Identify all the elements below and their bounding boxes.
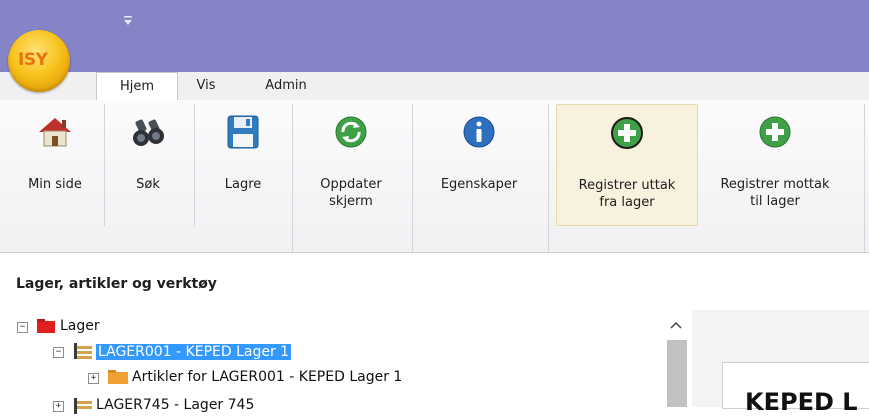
floppy-disk-icon (223, 112, 263, 152)
quick-access-dropdown-icon[interactable] (122, 14, 134, 28)
ribbon-separator (104, 104, 105, 226)
uttak-line2: fra lager (599, 195, 655, 210)
tree-item-artikler[interactable]: Artikler for LAGER001 - KEPED Lager 1 (132, 367, 402, 387)
oppdater-skjerm-button[interactable]: Oppdater skjerm (296, 104, 406, 224)
add-icon (607, 113, 647, 153)
mottak-line2: til lager (750, 194, 800, 209)
red-folder-icon (37, 319, 55, 337)
scrollbar-thumb[interactable] (667, 340, 687, 407)
ribbon-separator (194, 104, 195, 226)
egenskaper-label: Egenskaper (440, 177, 518, 192)
warehouse-icon (74, 343, 92, 363)
title-bar (0, 0, 869, 72)
lagre-label: Lagre (224, 177, 262, 192)
binoculars-icon (128, 112, 168, 152)
panel-title: Lager, artikler og verktøy (16, 276, 217, 292)
scroll-up-icon[interactable] (670, 318, 682, 333)
warehouse-icon (74, 398, 92, 418)
tree-item-lager[interactable]: Lager (60, 316, 100, 336)
oppdater-line1: Oppdater (320, 177, 382, 192)
min-side-button[interactable]: Min side (12, 104, 98, 224)
tab-admin[interactable]: Admin (256, 72, 316, 100)
tree-item-lager001-label: LAGER001 - KEPED Lager 1 (96, 344, 292, 360)
ribbon-separator (548, 104, 549, 252)
lagre-button[interactable]: Lagre (198, 104, 288, 224)
egenskaper-button[interactable]: Egenskaper (416, 104, 542, 224)
mottak-line1: Registrer mottak (720, 177, 830, 192)
tab-vis[interactable]: Vis (186, 72, 226, 100)
refresh-icon (331, 112, 371, 152)
uttak-line1: Registrer uttak (578, 178, 676, 193)
registrer-mottak-label: Registrer mottak til lager (700, 176, 850, 210)
application-menu-button[interactable]: ISY (8, 30, 70, 92)
app-logo-text: ISY (18, 50, 48, 70)
expand-toggle[interactable]: + (88, 373, 99, 384)
tree-item-lager745[interactable]: LAGER745 - Lager 745 (96, 395, 254, 415)
add-icon (755, 112, 795, 152)
registrer-mottak-button[interactable]: Registrer mottak til lager (700, 104, 850, 224)
ribbon-separator (412, 104, 413, 252)
min-side-label: Min side (28, 177, 82, 192)
info-icon (459, 112, 499, 152)
ribbon-separator (292, 104, 293, 252)
registrer-uttak-label: Registrer uttak fra lager (557, 177, 697, 211)
collapse-toggle[interactable]: − (17, 322, 28, 333)
tree-item-lager001[interactable]: LAGER001 - KEPED Lager 1 (96, 342, 292, 362)
sok-button[interactable]: Søk (108, 104, 188, 224)
tab-hjem[interactable]: Hjem (96, 72, 178, 102)
sok-label: Søk (136, 177, 160, 192)
oppdater-line2: skjerm (329, 194, 373, 209)
detail-title: KEPED L (745, 388, 858, 416)
orange-folder-icon (108, 370, 128, 388)
ribbon-separator (864, 104, 865, 252)
collapse-toggle[interactable]: − (53, 347, 64, 358)
oppdater-skjerm-label: Oppdater skjerm (296, 176, 406, 210)
house-icon (35, 112, 75, 152)
registrer-uttak-button[interactable]: Registrer uttak fra lager (556, 104, 698, 226)
